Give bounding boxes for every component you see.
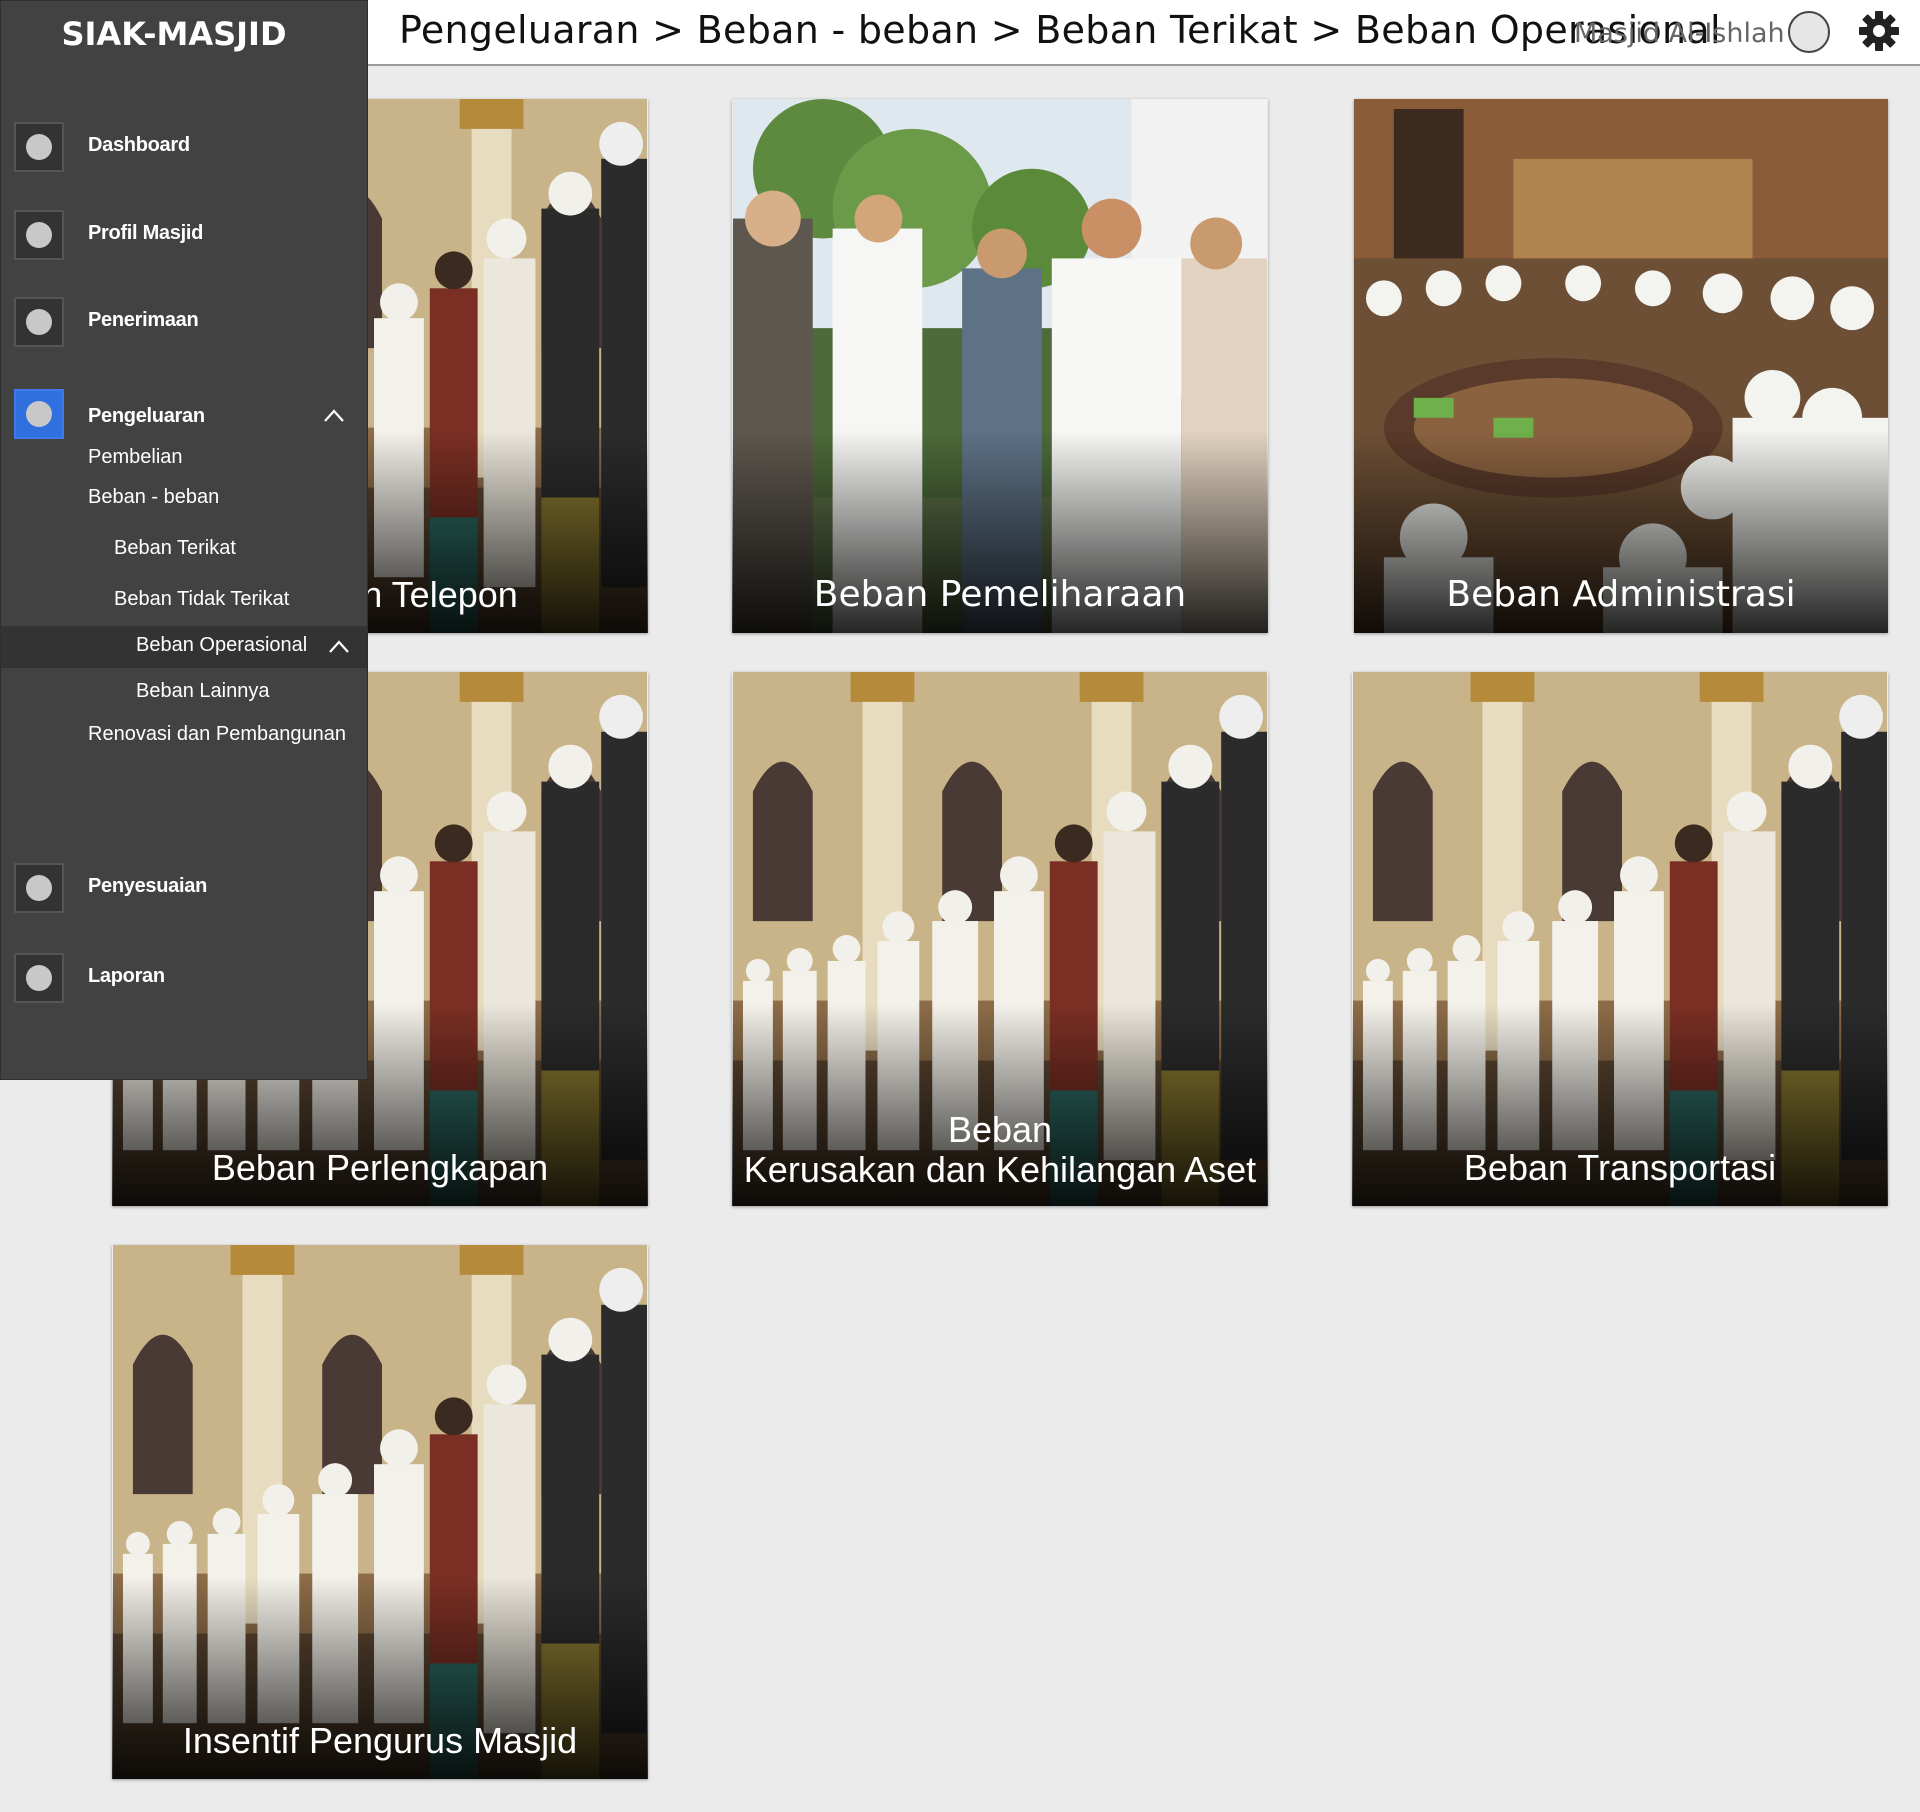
- sidebar-item-penyesuaian[interactable]: Penyesuaian: [14, 863, 354, 917]
- sidebar-sub-beban-tidak-terikat[interactable]: Beban Tidak Terikat: [114, 588, 289, 611]
- sidebar-sub-renovasi[interactable]: Renovasi dan Pembangunan: [88, 723, 346, 746]
- income-icon: [14, 297, 64, 347]
- sidebar-sub-beban-lainnya[interactable]: Beban Lainnya: [136, 680, 269, 703]
- sidebar-item-label: Penerimaan: [88, 309, 199, 331]
- tile-insentif-pengurus[interactable]: Insentif Pengurus Masjid: [112, 1245, 648, 1779]
- sidebar-sub-label: Beban Operasional: [136, 634, 308, 656]
- dashboard-icon: [14, 122, 64, 172]
- tile-caption: Beban Transportasi: [1463, 1147, 1777, 1188]
- tile-beban-kerusakan[interactable]: Beban Kerusakan dan Kehilangan Aset: [732, 672, 1268, 1206]
- sidebar-item-label: Profil Masjid: [88, 222, 204, 244]
- chevron-up-icon[interactable]: [328, 636, 350, 658]
- masjid-name: Masjid Al-Ishlah: [1574, 18, 1785, 49]
- sidebar-sub-pembelian[interactable]: Pembelian: [88, 446, 183, 469]
- tile-caption-line2: Kerusakan dan Kehilangan Aset: [743, 1149, 1257, 1190]
- chevron-up-icon[interactable]: [323, 405, 345, 427]
- sidebar-sub-beban-operasional[interactable]: Beban Operasional: [1, 626, 367, 668]
- tile-caption: Beban Perlengkapan: [211, 1147, 549, 1188]
- sidebar-item-label: Laporan: [88, 965, 165, 987]
- expense-icon: [14, 389, 64, 439]
- sidebar-item-laporan[interactable]: Laporan: [14, 953, 354, 1007]
- tile-beban-administrasi[interactable]: Beban Administrasi: [1354, 99, 1888, 633]
- sidebar: SIAK-MASJID Dashboard Profil Masjid Pene…: [0, 0, 368, 1080]
- tile-caption: Beban Kerusakan dan Kehilangan Aset: [732, 1110, 1268, 1190]
- top-header: Pengeluaran > Beban - beban > Beban Teri…: [367, 0, 1920, 66]
- avatar[interactable]: [1788, 11, 1830, 53]
- tile-caption: Insentif Pengurus Masjid: [182, 1720, 578, 1761]
- app-title: SIAK-MASJID: [61, 15, 287, 53]
- sidebar-sub-beban[interactable]: Beban - beban: [88, 486, 219, 509]
- sidebar-sub-beban-terikat[interactable]: Beban Terikat: [114, 537, 236, 560]
- breadcrumb[interactable]: Pengeluaran > Beban - beban > Beban Teri…: [399, 8, 1721, 52]
- tile-beban-transportasi[interactable]: Beban Transportasi: [1352, 672, 1888, 1206]
- sidebar-item-label: Pengeluaran: [88, 405, 205, 427]
- tile-caption: Beban Pemeliharaan: [813, 574, 1187, 615]
- sidebar-item-label: Dashboard: [88, 134, 190, 156]
- sidebar-item-dashboard[interactable]: Dashboard: [14, 122, 354, 176]
- sidebar-item-pengeluaran[interactable]: Pengeluaran: [14, 389, 354, 443]
- report-icon: [14, 953, 64, 1003]
- sidebar-item-profil-masjid[interactable]: Profil Masjid: [14, 210, 354, 264]
- tile-caption-line1: Beban: [947, 1109, 1053, 1150]
- adjustment-icon: [14, 863, 64, 913]
- tile-beban-pemeliharaan[interactable]: Beban Pemeliharaan: [732, 99, 1268, 633]
- tile-caption: Beban Administrasi: [1446, 574, 1796, 615]
- sidebar-item-label: Penyesuaian: [88, 875, 207, 897]
- profile-icon: [14, 210, 64, 260]
- sidebar-item-penerimaan[interactable]: Penerimaan: [14, 297, 354, 351]
- gear-icon[interactable]: [1857, 9, 1901, 53]
